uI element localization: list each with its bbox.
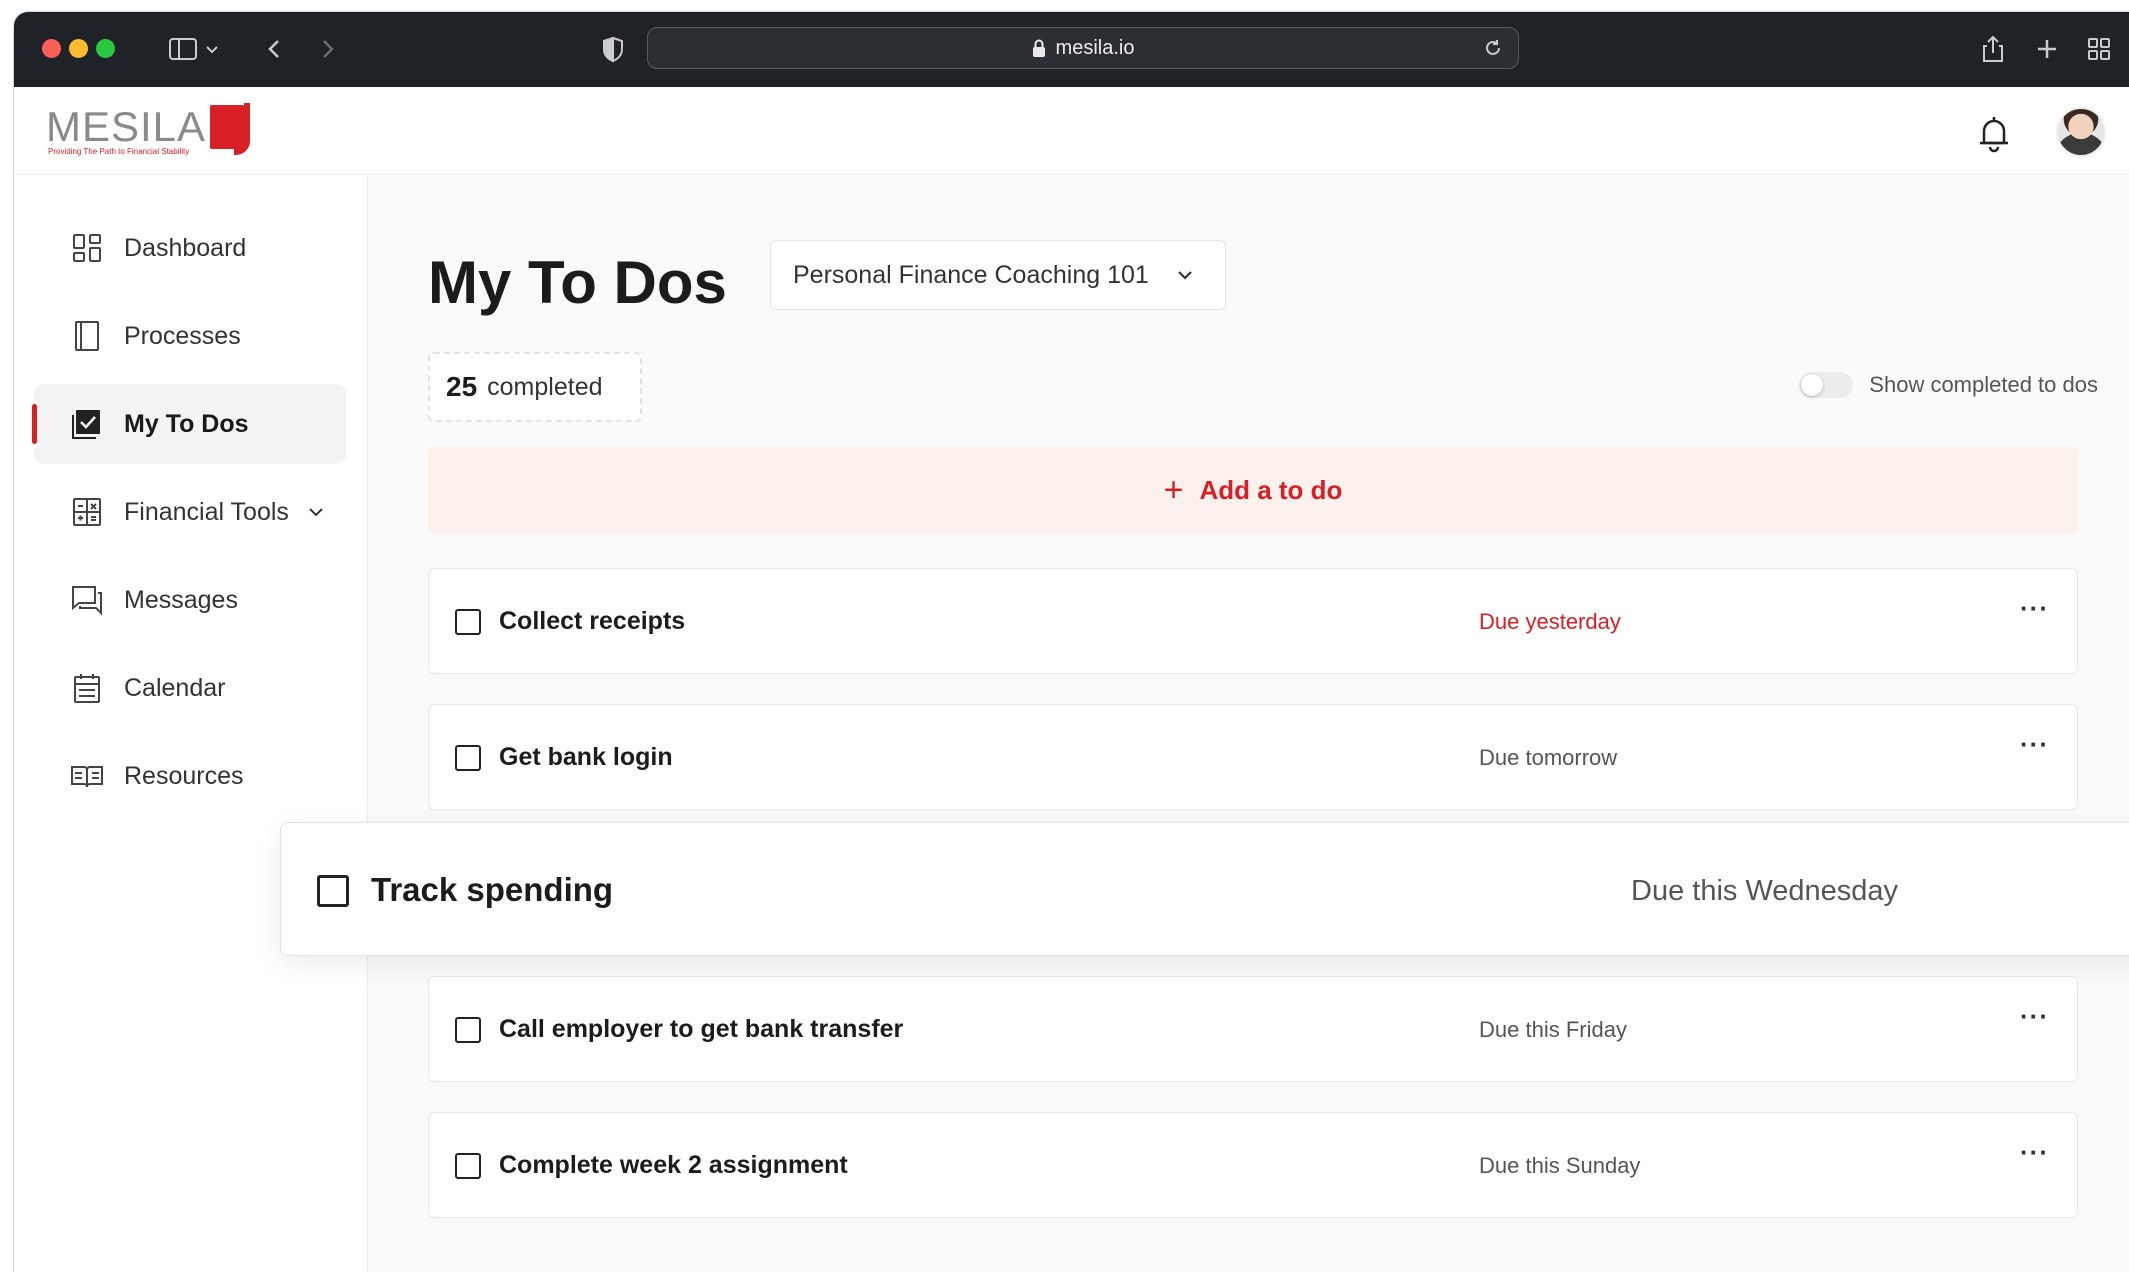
chat-icon [70, 583, 104, 617]
close-window-button[interactable] [42, 39, 61, 58]
completed-label: completed [487, 372, 603, 401]
calendar-icon [70, 671, 104, 705]
lock-icon [1032, 39, 1045, 57]
completed-count: 25 [446, 371, 478, 402]
forward-arrow-icon[interactable] [310, 32, 344, 66]
add-todo-label: Add a to do [1199, 474, 1343, 505]
more-options-icon[interactable]: ··· [2020, 729, 2049, 760]
chevron-down-icon[interactable] [307, 503, 325, 521]
todo-checkbox[interactable] [317, 875, 349, 907]
sidebar-item-messages[interactable]: Messages [34, 560, 346, 640]
open-book-icon [70, 759, 104, 793]
sidebar: Dashboard Processes My To Dos Financial … [14, 176, 368, 1272]
todo-title: Get bank login [499, 743, 673, 771]
todo-checkbox[interactable] [455, 1017, 481, 1043]
todo-checkbox[interactable] [455, 1153, 481, 1179]
todo-item[interactable]: Complete week 2 assignment Due this Sund… [428, 1112, 2078, 1218]
share-icon[interactable] [1976, 32, 2010, 66]
show-completed-toggle-group: Show completed to dos [1799, 372, 2098, 398]
reload-icon[interactable] [1482, 37, 1504, 59]
main-content: My To Dos Personal Finance Coaching 101 … [368, 176, 2129, 1272]
mesila-logo[interactable]: MESILA Providing The Path to Financial S… [46, 103, 266, 159]
url-text: mesila.io [1055, 36, 1135, 59]
sidebar-item-dashboard[interactable]: Dashboard [34, 208, 346, 288]
todo-due: Due tomorrow [1479, 745, 1618, 770]
chevron-down-icon[interactable] [202, 32, 222, 66]
todo-title: Track spending [371, 871, 614, 908]
program-select[interactable]: Personal Finance Coaching 101 [770, 240, 1226, 310]
show-completed-label: Show completed to dos [1869, 372, 2098, 397]
sidebar-item-processes[interactable]: Processes [34, 296, 346, 376]
calculator-icon [70, 495, 104, 529]
todo-title: Collect receipts [499, 607, 686, 635]
logo-mark-hook [234, 103, 250, 155]
new-tab-icon[interactable] [2030, 32, 2064, 66]
notification-bell-icon[interactable] [1974, 111, 2014, 155]
todo-checkbox[interactable] [455, 745, 481, 771]
more-options-icon[interactable]: ··· [2020, 593, 2049, 624]
todo-title: Call employer to get bank transfer [499, 1015, 904, 1043]
todo-due: Due this Sunday [1479, 1153, 1641, 1178]
page-title: My To Dos [428, 249, 727, 316]
todo-due: Due yesterday [1479, 609, 1621, 634]
todo-item[interactable]: Get bank login Due tomorrow ··· [428, 704, 2078, 810]
privacy-shield-icon[interactable] [596, 32, 630, 66]
plus-icon: + [1163, 471, 1184, 509]
todo-item[interactable]: Collect receipts Due yesterday ··· [428, 568, 2078, 674]
sidebar-item-label: Processes [124, 321, 241, 350]
tab-overview-icon[interactable] [2082, 32, 2116, 66]
browser-toolbar: mesila.io [14, 12, 2129, 87]
user-avatar[interactable] [2056, 107, 2106, 157]
app-header: MESILA Providing The Path to Financial S… [14, 87, 2129, 175]
address-bar[interactable]: mesila.io [647, 27, 1519, 69]
minimize-window-button[interactable] [69, 39, 88, 58]
sidebar-toggle-icon[interactable] [166, 32, 200, 66]
more-options-icon[interactable]: ··· [2020, 1137, 2049, 1168]
show-completed-toggle[interactable] [1799, 372, 1854, 398]
logo-tagline: Providing The Path to Financial Stabilit… [48, 147, 190, 156]
sidebar-item-label: Dashboard [124, 233, 247, 262]
back-arrow-icon[interactable] [258, 32, 292, 66]
sidebar-item-label: Messages [124, 585, 238, 614]
sidebar-item-label: Calendar [124, 673, 226, 702]
dashboard-grid-icon [70, 231, 104, 265]
todo-checkbox[interactable] [455, 609, 481, 635]
dragging-todo-item[interactable]: Track spending Due this Wednesday [280, 822, 2129, 956]
add-todo-button[interactable]: + Add a to do [428, 446, 2078, 534]
program-select-value: Personal Finance Coaching 101 [793, 260, 1149, 289]
checked-board-icon [70, 407, 104, 441]
sidebar-item-financial-tools[interactable]: Financial Tools [34, 472, 346, 552]
sidebar-item-label: Financial Tools [124, 497, 289, 526]
more-options-icon[interactable]: ··· [2020, 1001, 2049, 1032]
sidebar-item-my-to-dos[interactable]: My To Dos [32, 384, 346, 464]
logo-wordmark: MESILA [46, 103, 207, 150]
sidebar-item-calendar[interactable]: Calendar [34, 648, 346, 728]
sidebar-item-resources[interactable]: Resources [34, 736, 346, 816]
completed-count-badge: 25 completed [428, 352, 642, 422]
zoom-window-button[interactable] [96, 39, 115, 58]
browser-window: mesila.io MESILA Providing The Path to F… [14, 12, 2129, 1272]
todo-title: Complete week 2 assignment [499, 1151, 848, 1179]
todo-due: Due this Friday [1479, 1017, 1627, 1042]
todo-due: Due this Wednesday [1631, 875, 1899, 907]
sidebar-item-label: My To Dos [124, 409, 249, 438]
sidebar-item-label: Resources [124, 761, 244, 790]
chevron-down-icon [1178, 271, 1192, 280]
book-icon [70, 319, 104, 353]
todo-item[interactable]: Call employer to get bank transfer Due t… [428, 976, 2078, 1082]
